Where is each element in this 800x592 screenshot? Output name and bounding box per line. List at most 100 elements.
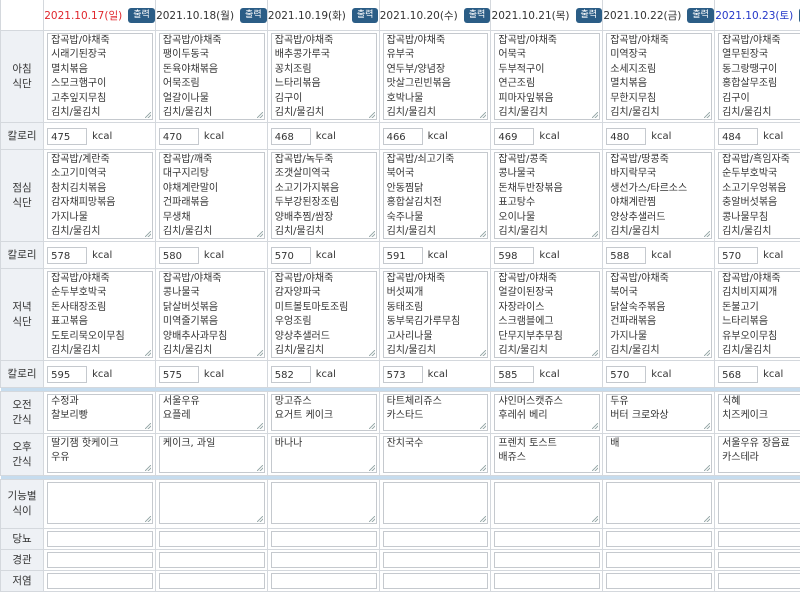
calorie-input[interactable]: 582 — [271, 366, 311, 383]
lunch-textarea[interactable]: 잡곡밥/흑임자죽순두부호박국소고기우엉볶음충알버섯볶음콩나물무침김치/물김치 — [718, 152, 800, 239]
menu-line: 야채계란말이 — [160, 182, 264, 196]
print-button[interactable]: 출력 — [128, 8, 155, 23]
breakfast-textarea[interactable]: 잡곡밥/야채죽배추콩가루국꽁치조림느타리볶음김구이김치/물김치 — [271, 33, 377, 120]
snack-cell: 망고쥬스요거트 케이크 — [267, 392, 379, 434]
print-button[interactable]: 출력 — [240, 8, 267, 23]
menu-line: 홍합살무조림 — [719, 77, 800, 91]
diabetes-input[interactable] — [494, 531, 600, 547]
calorie-input[interactable]: 469 — [494, 128, 534, 145]
pm-snack-textarea[interactable]: 케이크, 과일 — [159, 436, 265, 473]
print-button[interactable]: 출력 — [352, 8, 379, 23]
calorie-input[interactable]: 588 — [606, 247, 646, 264]
calorie-input[interactable]: 595 — [47, 366, 87, 383]
diabetes-input[interactable] — [271, 531, 377, 547]
functional-diet-cell — [379, 480, 491, 529]
dinner-textarea[interactable]: 잡곡밥/야채죽콩나물국닭살버섯볶음미역줄기볶음양배추사과무침김치/물김치 — [159, 271, 265, 358]
pm-snack-textarea[interactable]: 서울우유 장음료카스테라 — [718, 436, 800, 473]
breakfast-textarea[interactable]: 잡곡밥/야채죽어묵국두부적구이연근조림피마자잎볶음김치/물김치 — [494, 33, 600, 120]
menu-line: 안동찜닭 — [384, 182, 488, 196]
calorie-input[interactable]: 468 — [271, 128, 311, 145]
calorie-input[interactable]: 480 — [606, 128, 646, 145]
print-button[interactable]: 출력 — [687, 8, 714, 23]
breakfast-textarea[interactable]: 잡곡밥/야채죽미역장국소세지조림멸치볶음무한지무침김치/물김치 — [606, 33, 712, 120]
diabetes-input[interactable] — [383, 531, 489, 547]
calorie-cell: 468kcal — [267, 123, 379, 150]
menu-line: 연두부/양념장 — [384, 63, 488, 77]
functional-diet-textarea[interactable] — [383, 482, 489, 524]
pm-snack-textarea[interactable]: 잔치국수 — [383, 436, 489, 473]
lunch-textarea[interactable]: 잡곡밥/땅콩죽바지락무국생선가스/타르소스야채계란찜양상추샐러드김치/물김치 — [606, 152, 712, 239]
lunch-textarea[interactable]: 잡곡밥/깨죽대구지리탕야채계란말이건파래볶음무생채김치/물김치 — [159, 152, 265, 239]
dinner-textarea[interactable]: 잡곡밥/야채죽감자양파국미트볼토마토조림우엉조림양상추샐러드김치/물김치 — [271, 271, 377, 358]
am-snack-textarea[interactable]: 타트체리쥬스카스타드 — [383, 394, 489, 431]
calorie-input[interactable]: 585 — [494, 366, 534, 383]
breakfast-textarea[interactable]: 잡곡밥/야채죽시래기된장국멸치볶음스모크햄구이고추잎지무침김치/물김치 — [47, 33, 153, 120]
diet-field-cell — [603, 571, 715, 592]
dinner-textarea[interactable]: 잡곡밥/야채죽북어국닭살숙주볶음건파래볶음가지나물김치/물김치 — [606, 271, 712, 358]
diabetes-input[interactable] — [159, 531, 265, 547]
am-snack-textarea[interactable]: 망고쥬스요거트 케이크 — [271, 394, 377, 431]
calorie-input[interactable]: 578 — [47, 247, 87, 264]
calorie-input[interactable]: 575 — [159, 366, 199, 383]
am-snack-textarea[interactable]: 수정과찰보리빵 — [47, 394, 153, 431]
low-salt-input[interactable] — [494, 573, 600, 589]
calorie-input[interactable]: 466 — [383, 128, 423, 145]
functional-diet-textarea[interactable] — [159, 482, 265, 524]
diabetes-input[interactable] — [718, 531, 800, 547]
functional-diet-textarea[interactable] — [271, 482, 377, 524]
am-snack-textarea[interactable]: 식혜치즈케이크 — [718, 394, 800, 431]
dinner-textarea[interactable]: 잡곡밥/야채죽버섯찌개동태조림동부묵김가루무침고사리나물김치/물김치 — [383, 271, 489, 358]
calorie-input[interactable]: 580 — [159, 247, 199, 264]
calorie-input[interactable]: 573 — [383, 366, 423, 383]
low-salt-input[interactable] — [47, 573, 153, 589]
functional-diet-textarea[interactable] — [718, 482, 800, 524]
pm-snack-textarea[interactable]: 프렌치 토스트배쥬스 — [494, 436, 600, 473]
menu-line: 콩나물국 — [160, 286, 264, 300]
pm-snack-textarea[interactable]: 바나나 — [271, 436, 377, 473]
pm-snack-textarea[interactable]: 딸기잼 핫케이크우유 — [47, 436, 153, 473]
low-salt-input[interactable] — [606, 573, 712, 589]
diabetes-input[interactable] — [47, 531, 153, 547]
breakfast-textarea[interactable]: 잡곡밥/야채죽팽이두동국돈육야채볶음어묵조림얼갈이나물김치/물김치 — [159, 33, 265, 120]
menu-line: 우유 — [48, 451, 152, 465]
calorie-input[interactable]: 484 — [718, 128, 758, 145]
am-snack-textarea[interactable]: 서울우유요플레 — [159, 394, 265, 431]
low-salt-input[interactable] — [383, 573, 489, 589]
row-label-calorie: 칼로리 — [1, 123, 44, 150]
calorie-input[interactable]: 570 — [718, 247, 758, 264]
calorie-cell: 588kcal — [603, 242, 715, 269]
functional-diet-textarea[interactable] — [606, 482, 712, 524]
breakfast-textarea[interactable]: 잡곡밥/야채죽열무된장국동그랑땡구이홍합살무조림김구이김치/물김치 — [718, 33, 800, 120]
am-snack-textarea[interactable]: 샤인머스캣쥬스후레쉬 베리 — [494, 394, 600, 431]
low-salt-input[interactable] — [718, 573, 800, 589]
menu-line: 서울우유 장음료 — [719, 437, 800, 451]
am-snack-textarea[interactable]: 두유버터 크로와상 — [606, 394, 712, 431]
functional-diet-textarea[interactable] — [47, 482, 153, 524]
calorie-input[interactable]: 568 — [718, 366, 758, 383]
calorie-input[interactable]: 470 — [159, 128, 199, 145]
dinner-textarea[interactable]: 잡곡밥/야채죽김치비지찌개돈불고기느타리볶음유부오이무침김치/물김치 — [718, 271, 800, 358]
functional-diet-textarea[interactable] — [494, 482, 600, 524]
dinner-row: 저녁식단잡곡밥/야채죽순두부호박국돈사태장조림표고볶음도토리묵오이무침김치/물김… — [1, 269, 800, 361]
low-salt-input[interactable] — [271, 573, 377, 589]
calorie-input[interactable]: 570 — [271, 247, 311, 264]
lunch-textarea[interactable]: 잡곡밥/녹두죽조갯살미역국소고기가지볶음두부강된장조림양배추찜/쌈장김치/물김치 — [271, 152, 377, 239]
dinner-textarea[interactable]: 잡곡밥/야채죽순두부호박국돈사태장조림표고볶음도토리묵오이무침김치/물김치 — [47, 271, 153, 358]
menu-line: 잡곡밥/야채죽 — [495, 272, 599, 286]
dinner-textarea[interactable]: 잡곡밥/야채죽얼갈이된장국자장라이스스크램블에그단무지부추무침김치/물김치 — [494, 271, 600, 358]
lunch-textarea[interactable]: 잡곡밥/계란죽소고기미역국참치김치볶음감자채피망볶음가지나물김치/물김치 — [47, 152, 153, 239]
diabetes-input[interactable] — [606, 531, 712, 547]
lunch-textarea[interactable]: 잡곡밥/쇠고기죽북어국안동찜닭홍합살김치전숙주나물김치/물김치 — [383, 152, 489, 239]
breakfast-cell: 잡곡밥/야채죽팽이두동국돈육야채볶음어묵조림얼갈이나물김치/물김치 — [155, 31, 267, 123]
calorie-input[interactable]: 598 — [494, 247, 534, 264]
print-button[interactable]: 출력 — [464, 8, 491, 23]
calorie-input[interactable]: 475 — [47, 128, 87, 145]
low-salt-input[interactable] — [159, 573, 265, 589]
lunch-textarea[interactable]: 잡곡밥/콩죽콩나물국돈채두반장볶음표고탕수오이나물김치/물김치 — [494, 152, 600, 239]
pm-snack-textarea[interactable]: 배 — [606, 436, 712, 473]
breakfast-textarea[interactable]: 잡곡밥/야채죽유부국연두부/양념장맛살그린빈볶음호박나물김치/물김치 — [383, 33, 489, 120]
snack-cell: 서울우유 장음료카스테라 — [715, 434, 800, 476]
calorie-input[interactable]: 570 — [606, 366, 646, 383]
calorie-input[interactable]: 591 — [383, 247, 423, 264]
print-button[interactable]: 출력 — [576, 8, 603, 23]
